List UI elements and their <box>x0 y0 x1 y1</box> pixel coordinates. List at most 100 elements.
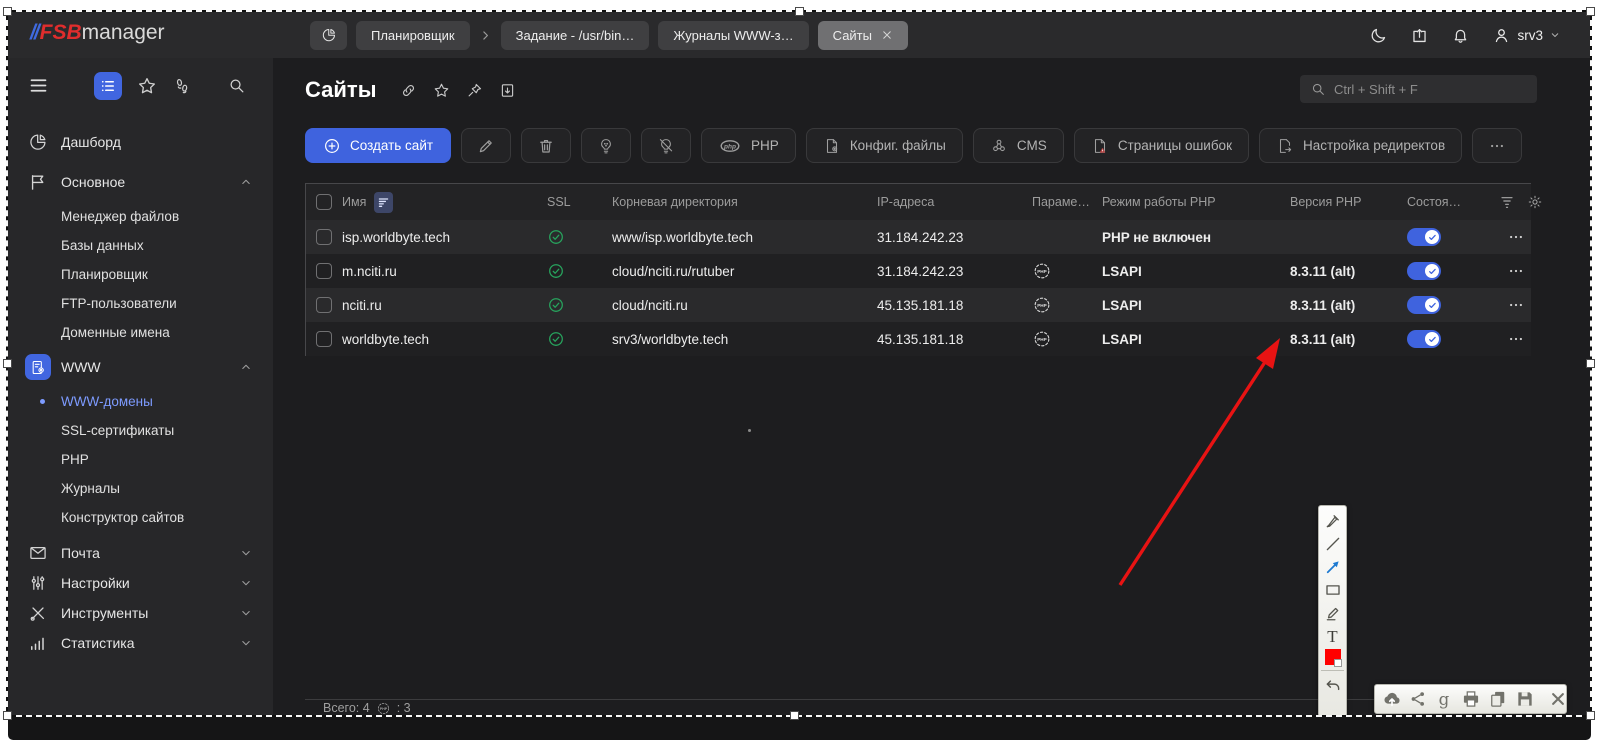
row-actions-button[interactable] <box>1507 330 1525 348</box>
color-swatch[interactable] <box>1325 649 1341 665</box>
row-checkbox[interactable] <box>316 297 332 313</box>
selection-handle-n[interactable] <box>795 7 804 16</box>
dark-mode-icon[interactable] <box>1369 26 1388 45</box>
cms-button[interactable]: CMS <box>973 128 1064 163</box>
sidebar-item-ftp-users[interactable]: FTP-пользователи <box>8 289 273 318</box>
line-tool-button[interactable] <box>1323 534 1343 554</box>
user-menu[interactable]: srv3 <box>1492 26 1561 45</box>
selection-handle-sw[interactable] <box>3 711 12 720</box>
pen-tool-button[interactable] <box>1323 511 1343 531</box>
row-checkbox[interactable] <box>316 331 332 347</box>
notifications-bell-icon[interactable] <box>1451 26 1470 45</box>
create-site-button[interactable]: Создать сайт <box>305 128 451 163</box>
table-row[interactable]: worldbyte.tech srv3/worldbyte.tech 45.13… <box>306 322 1531 356</box>
sidebar-group-settings[interactable]: Настройки <box>8 568 273 598</box>
state-toggle[interactable] <box>1407 330 1441 348</box>
dashboard-tab-button[interactable] <box>310 21 347 50</box>
close-editor-button[interactable] <box>1549 689 1567 709</box>
selection-handle-ne[interactable] <box>1586 7 1595 16</box>
copy-button[interactable] <box>1488 689 1508 709</box>
share-button[interactable] <box>1409 689 1427 709</box>
sidebar-item-www-domains[interactable]: WWW-домены <box>8 387 273 416</box>
search-input[interactable] <box>1334 82 1527 97</box>
tab-www-logs[interactable]: Журналы WWW-з… <box>658 21 808 50</box>
selection-handle-w[interactable] <box>3 359 12 368</box>
selection-handle-se[interactable] <box>1586 711 1595 720</box>
favorites-star-icon[interactable] <box>137 76 157 96</box>
edit-button[interactable] <box>461 128 511 163</box>
enable-button[interactable] <box>581 128 631 163</box>
error-pages-button[interactable]: Страницы ошибок <box>1074 128 1249 163</box>
selection-handle-nw[interactable] <box>3 7 12 16</box>
google-search-button[interactable]: g <box>1434 689 1454 709</box>
rectangle-tool-button[interactable] <box>1323 580 1343 600</box>
sidebar-item-databases[interactable]: Базы данных <box>8 231 273 260</box>
sidebar-item-site-builder[interactable]: Конструктор сайтов <box>8 503 273 532</box>
arrow-tool-button[interactable] <box>1323 557 1343 577</box>
tab-scheduler[interactable]: Планировщик <box>356 21 470 50</box>
row-checkbox[interactable] <box>316 229 332 245</box>
sidebar-item-domain-names[interactable]: Доменные имена <box>8 318 273 347</box>
pin-icon[interactable] <box>466 82 483 99</box>
table-row[interactable]: m.nciti.ru cloud/nciti.ru/rutuber 31.184… <box>306 254 1531 288</box>
sidebar-item-php[interactable]: PHP <box>8 445 273 474</box>
close-icon[interactable] <box>881 29 893 41</box>
sidebar-group-statistics[interactable]: Статистика <box>8 628 273 658</box>
delete-button[interactable] <box>521 128 571 163</box>
sidebar-item-dashboard[interactable]: Дашборд <box>8 122 273 162</box>
error-pages-label: Страницы ошибок <box>1118 138 1232 153</box>
sidebar-item-logs[interactable]: Журналы <box>8 474 273 503</box>
marker-tool-button[interactable] <box>1323 603 1343 623</box>
tab-task[interactable]: Задание - /usr/bin… <box>501 21 650 50</box>
text-tool-button[interactable]: T <box>1323 626 1343 646</box>
sidebar-group-main[interactable]: Основное <box>8 162 273 202</box>
select-all-checkbox[interactable] <box>316 194 332 210</box>
row-actions-button[interactable] <box>1507 262 1525 280</box>
tab-sites[interactable]: Сайты <box>818 21 908 50</box>
sidebar-group-www[interactable]: WWW <box>8 347 273 387</box>
config-files-button[interactable]: Конфиг. файлы <box>806 128 963 163</box>
upload-cloud-button[interactable] <box>1382 689 1402 709</box>
sidebar-item-file-manager[interactable]: Менеджер файлов <box>8 202 273 231</box>
row-checkbox[interactable] <box>316 263 332 279</box>
app-logo[interactable]: //FSBmanager <box>30 21 165 45</box>
favorite-star-icon[interactable] <box>433 82 450 99</box>
gear-icon[interactable] <box>1527 194 1543 210</box>
table-row[interactable]: nciti.ru cloud/nciti.ru 45.135.181.18 PH… <box>306 288 1531 322</box>
divider <box>1321 670 1344 671</box>
selection-handle-e[interactable] <box>1586 359 1595 368</box>
sort-button[interactable] <box>374 192 393 213</box>
annotator-action-panel: g <box>1374 684 1567 714</box>
redirects-button[interactable]: Настройка редиректов <box>1259 128 1462 163</box>
state-toggle[interactable] <box>1407 262 1441 280</box>
more-actions-button[interactable] <box>1472 128 1522 163</box>
export-file-icon[interactable] <box>499 82 516 99</box>
state-toggle[interactable] <box>1407 228 1441 246</box>
list-view-button[interactable] <box>94 72 122 100</box>
sidebar-item-ssl-certificates[interactable]: SSL-сертификаты <box>8 416 273 445</box>
undo-button[interactable] <box>1323 676 1343 696</box>
box-arrow-up-icon[interactable] <box>1410 26 1429 45</box>
chevron-up-icon <box>239 175 253 189</box>
row-actions-button[interactable] <box>1507 228 1525 246</box>
sidebar-search-icon[interactable] <box>227 76 246 95</box>
filter-icon[interactable] <box>1499 194 1515 210</box>
logo-brand: FSB <box>40 21 82 44</box>
bar-chart-icon <box>28 633 48 653</box>
svg-text:PHP: PHP <box>1037 269 1047 274</box>
sidebar-group-tools[interactable]: Инструменты <box>8 598 273 628</box>
main-content: Сайты Создать сайт <box>273 58 1591 716</box>
sidebar-item-scheduler[interactable]: Планировщик <box>8 260 273 289</box>
disable-button[interactable] <box>641 128 691 163</box>
selection-handle-s[interactable] <box>790 711 799 720</box>
footprints-icon[interactable] <box>172 76 192 96</box>
row-actions-button[interactable] <box>1507 296 1525 314</box>
sidebar-group-mail[interactable]: Почта <box>8 538 273 568</box>
link-icon[interactable] <box>400 82 417 99</box>
hamburger-menu-icon[interactable] <box>28 75 49 96</box>
state-toggle[interactable] <box>1407 296 1441 314</box>
save-button[interactable] <box>1515 689 1535 709</box>
php-button[interactable]: php PHP <box>701 128 796 163</box>
print-button[interactable] <box>1461 689 1481 709</box>
table-row[interactable]: isp.worldbyte.tech www/isp.worldbyte.tec… <box>306 220 1531 254</box>
